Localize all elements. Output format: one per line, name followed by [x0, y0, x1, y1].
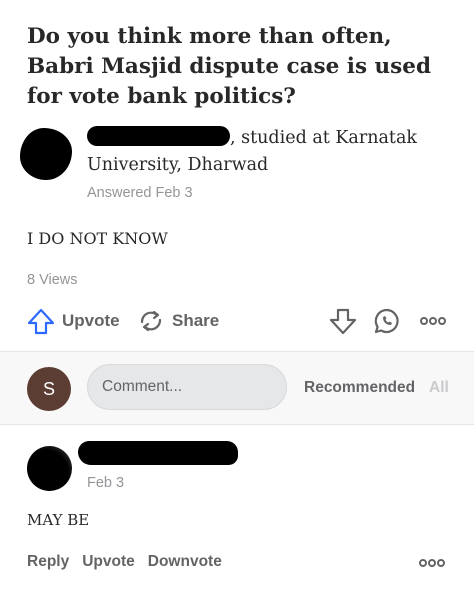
comment-upvote-button[interactable]: Upvote: [82, 553, 135, 571]
upvote-arrow-icon: [27, 308, 55, 335]
commenter-name-redacted[interactable]: [78, 441, 238, 465]
author-info: , studied at Karnatak University, Dharwa…: [87, 125, 457, 179]
more-options-button[interactable]: [418, 306, 448, 336]
commenter-avatar[interactable]: [27, 446, 72, 491]
share-icon: [140, 310, 162, 332]
comment-button[interactable]: [372, 306, 402, 336]
share-label: Share: [172, 311, 220, 330]
comment-text: MAY BE: [27, 511, 90, 529]
answer-action-bar: Upvote Share: [26, 306, 450, 338]
comment-more-options-button[interactable]: [418, 555, 446, 576]
author-avatar[interactable]: [20, 128, 72, 180]
comment-action-bar: Reply Upvote Downvote: [27, 553, 235, 571]
comment-date[interactable]: Feb 3: [87, 475, 124, 491]
more-options-icon: [419, 559, 445, 567]
upvote-label: Upvote: [62, 311, 120, 330]
answer-text: I DO NOT KNOW: [27, 229, 168, 248]
view-count[interactable]: 8 Views: [27, 272, 78, 288]
upvote-button[interactable]: Upvote: [26, 306, 120, 336]
more-options-icon: [420, 317, 446, 325]
downvote-arrow-icon: [329, 308, 357, 335]
downvote-button[interactable]: [328, 306, 358, 336]
comment-bubble-icon: [374, 308, 399, 334]
sort-recommended-tab[interactable]: Recommended: [304, 379, 415, 397]
user-avatar[interactable]: S: [27, 367, 71, 411]
divider: [0, 424, 474, 425]
comments-bar: S Recommended All: [0, 352, 474, 424]
comment-downvote-button[interactable]: Downvote: [148, 553, 222, 571]
reply-button[interactable]: Reply: [27, 553, 69, 571]
share-button[interactable]: Share: [136, 306, 219, 336]
answered-date[interactable]: Answered Feb 3: [87, 185, 193, 201]
comment-input[interactable]: [87, 364, 287, 410]
sort-all-tab[interactable]: All: [429, 379, 449, 397]
question-title[interactable]: Do you think more than often, Babri Masj…: [27, 22, 447, 112]
author-name-redacted[interactable]: [87, 126, 230, 146]
